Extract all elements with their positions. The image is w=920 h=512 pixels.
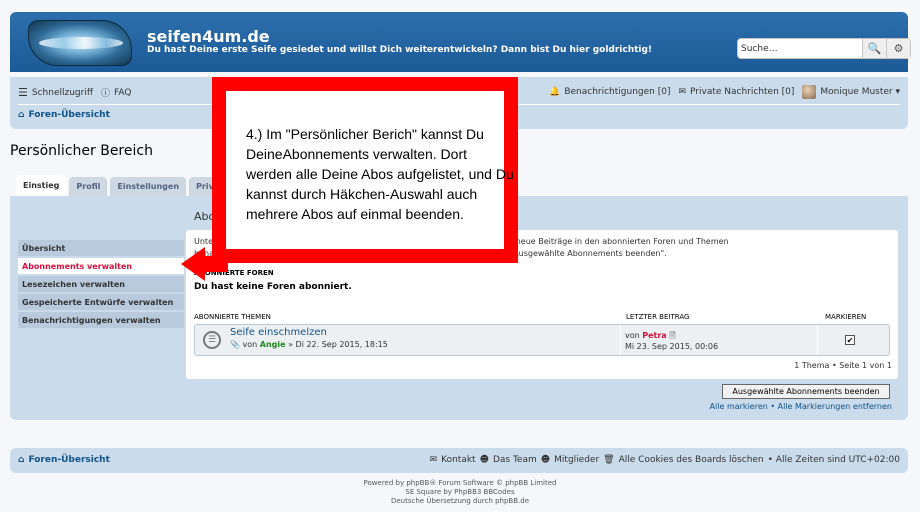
ucp-subnav: Übersicht Abonnements verwalten Lesezeic…	[18, 240, 184, 330]
annotation-callout: 4.) Im "Persönlicher Berich" kannst Du D…	[212, 77, 518, 263]
breadcrumb: ⌂ Foren-Übersicht	[18, 110, 110, 120]
quick-access-link[interactable]: Schnellzugriff	[32, 88, 93, 98]
last-post-heading: LETZTER BEITRAG	[626, 313, 690, 321]
notifications-link[interactable]: Benachrichtigungen [0]	[564, 87, 670, 97]
subnav-overview[interactable]: Übersicht	[18, 240, 184, 256]
subnav-drafts[interactable]: Gespeicherte Entwürfe verwalten	[18, 294, 184, 310]
team-link[interactable]: Das Team	[493, 455, 537, 465]
nav-right: 🔔 Benachrichtigungen [0] ✉ Private Nachr…	[549, 85, 900, 99]
faq-link[interactable]: FAQ	[114, 88, 131, 98]
column-divider	[620, 325, 621, 355]
last-by-label: von	[625, 331, 640, 340]
nav-left: ☰ Schnellzugriff ⓘ FAQ	[18, 86, 131, 99]
copyright-line-2: SE Square by PhpBB3 BBCodes	[405, 488, 515, 496]
unsubscribe-selected-button[interactable]: Ausgewählte Abonnements beenden	[722, 384, 890, 399]
site-logo[interactable]	[28, 20, 132, 66]
menu-icon[interactable]: ☰	[18, 86, 28, 99]
topics-heading: ABONNIERTE THEMEN	[194, 313, 271, 321]
trash-icon[interactable]: 🗑	[603, 455, 614, 465]
team-icon[interactable]: ☻	[480, 455, 489, 465]
page-title: Persönlicher Bereich	[10, 143, 153, 159]
breadcrumb-forum-index[interactable]: Foren-Übersicht	[28, 110, 109, 120]
gear-icon[interactable]: ⚙	[886, 39, 910, 58]
members-icon[interactable]: ☻	[541, 455, 550, 465]
private-messages-link[interactable]: Private Nachrichten [0]	[690, 87, 794, 97]
user-menu[interactable]: Monique Muster ▾	[820, 87, 900, 97]
column-divider	[817, 325, 818, 355]
view-latest-icon[interactable]: 🗎	[669, 331, 675, 340]
last-post-date: Mi 23. Sep 2015, 00:06	[625, 342, 719, 351]
avatar[interactable]	[802, 85, 817, 99]
mark-links[interactable]: Alle markieren • Alle Markierungen entfe…	[710, 402, 892, 411]
home-icon[interactable]: ⌂	[18, 455, 24, 465]
copyright-line-1: Powered by phpBB® Forum Software © phpBB…	[363, 479, 557, 487]
bell-icon[interactable]: 🔔	[549, 87, 560, 97]
footer-forum-index-link[interactable]: Foren-Übersicht	[28, 455, 109, 465]
footer-breadcrumb: ⌂ Foren-Übersicht	[18, 455, 110, 465]
table-row: ☰ Seife einschmelzen 📎 von Angie » Di 22…	[194, 324, 890, 356]
annotation-arrow-head	[181, 247, 205, 281]
search-icon[interactable]: 🔍	[862, 39, 886, 58]
help-icon[interactable]: ⓘ	[101, 86, 110, 99]
topic-date: » Di 22. Sep 2015, 18:15	[288, 340, 388, 349]
search-box: 🔍 ⚙	[737, 38, 911, 59]
delete-cookies-link[interactable]: Alle Cookies des Boards löschen	[619, 455, 764, 465]
last-post-info: von Petra 🗎 Mi 23. Sep 2015, 00:06	[625, 330, 718, 352]
tab-einstellungen[interactable]: Einstellungen	[110, 177, 187, 196]
tab-einstieg[interactable]: Einstieg	[16, 175, 67, 196]
subnav-subscriptions[interactable]: Abonnements verwalten	[18, 258, 184, 274]
site-description: Du hast Deine erste Seife gesiedet und w…	[147, 45, 653, 55]
paperclip-icon: 📎	[230, 340, 240, 349]
footer-links: ✉ Kontakt ☻ Das Team ☻ Mitglieder 🗑 Alle…	[430, 455, 900, 465]
timezone-text: • Alle Zeiten sind UTC+02:00	[767, 455, 900, 465]
home-icon[interactable]: ⌂	[18, 110, 24, 120]
contact-link[interactable]: Kontakt	[441, 455, 475, 465]
site-name[interactable]: seifen4um.de	[147, 27, 270, 46]
topic-meta: 📎 von Angie » Di 22. Sep 2015, 18:15	[230, 340, 388, 349]
members-link[interactable]: Mitglieder	[554, 455, 599, 465]
mark-heading: MARKIEREN	[825, 313, 867, 321]
tab-profil[interactable]: Profil	[69, 177, 108, 196]
envelope-icon[interactable]: ✉	[430, 455, 438, 465]
search-input[interactable]	[741, 41, 853, 56]
topic-author-link[interactable]: Angie	[260, 340, 286, 349]
copyright-line-3: Deutsche Übersetzung durch phpBB.de	[390, 497, 530, 505]
header-bar: seifen4um.de Du hast Deine erste Seife g…	[10, 12, 911, 72]
subnav-notifications[interactable]: Benachrichtigungen verwalten	[18, 312, 184, 328]
pagination: 1 Thema • Seite 1 von 1	[794, 361, 892, 370]
topic-by-label: von	[242, 340, 258, 349]
topic-read-icon: ☰	[203, 331, 221, 349]
annotation-text: 4.) Im "Persönlicher Berich" kannst Du D…	[246, 126, 514, 222]
footer-bar: ⌂ Foren-Übersicht ✉ Kontakt ☻ Das Team ☻…	[10, 448, 908, 473]
subnav-bookmarks[interactable]: Lesezeichen verwalten	[18, 276, 184, 292]
envelope-icon[interactable]: ✉	[678, 87, 686, 97]
last-post-author-link[interactable]: Petra	[642, 331, 666, 340]
no-forums-message: Du hast keine Foren abonniert.	[194, 282, 352, 292]
mark-checkbox[interactable]: ✔	[845, 335, 855, 345]
topic-title-link[interactable]: Seife einschmelzen	[230, 327, 327, 338]
